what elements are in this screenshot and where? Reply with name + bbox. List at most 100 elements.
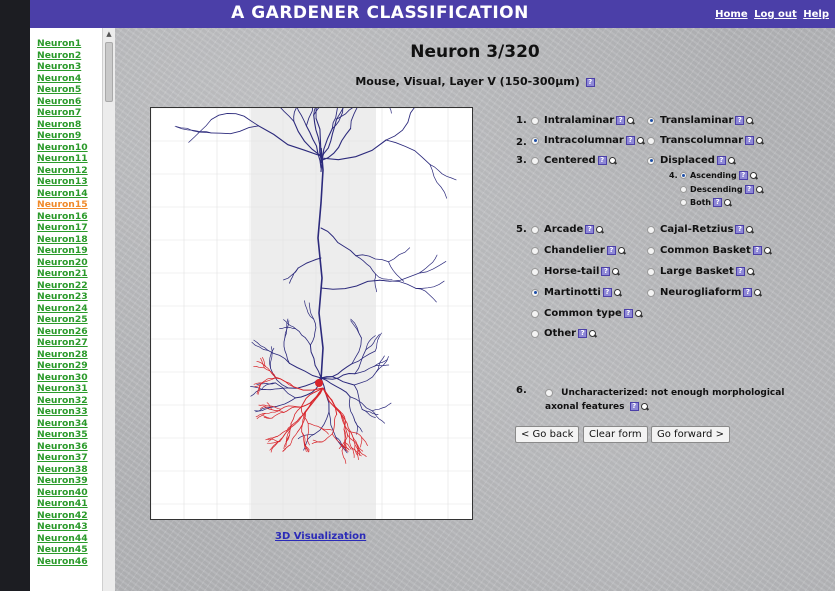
scroll-thumb[interactable] (105, 42, 113, 102)
radio-ascending[interactable] (680, 172, 687, 179)
magnifier-icon[interactable] (746, 225, 754, 234)
magnifier-icon[interactable] (749, 171, 758, 180)
radio-martinotti[interactable] (531, 288, 539, 297)
radio-displaced[interactable] (647, 156, 655, 165)
magnifier-icon[interactable] (634, 309, 643, 318)
option-horse-tail[interactable]: Horse-tail? (531, 266, 620, 277)
sidebar-scrollbar[interactable]: ▲ (102, 28, 115, 591)
option-label: Displaced (660, 155, 715, 166)
option-intralaminar[interactable]: Intralaminar? (531, 115, 635, 126)
magnifier-icon[interactable] (640, 402, 649, 411)
app-title: A GARDENER CLASSIFICATION (231, 3, 529, 23)
magnifier-icon[interactable] (636, 136, 645, 145)
help-icon[interactable]: ? (623, 309, 633, 318)
radio-horse-tail[interactable] (531, 267, 539, 276)
option-ascending[interactable]: Ascending? (680, 171, 758, 180)
help-icon[interactable]: ? (597, 156, 607, 165)
radio-translaminar[interactable] (647, 116, 655, 125)
radio-cajal-retzius[interactable] (647, 225, 655, 234)
radio-descending[interactable] (680, 186, 687, 193)
magnifier-icon[interactable] (763, 246, 772, 255)
logout-link[interactable]: Log out (754, 9, 797, 20)
option-uncharacterized[interactable]: Uncharacterized: not enough morphologica… (545, 386, 785, 414)
radio-intralaminar[interactable] (531, 116, 539, 125)
magnifier-icon[interactable] (617, 246, 626, 255)
home-link[interactable]: Home (715, 9, 747, 20)
option-transcolumnar[interactable]: Transcolumnar? (647, 135, 764, 146)
scroll-up-icon[interactable]: ▲ (103, 30, 115, 40)
magnifier-icon[interactable] (746, 116, 754, 125)
help-icon[interactable]: ? (616, 116, 626, 125)
clear-form-button[interactable]: Clear form (583, 426, 648, 443)
help-icon[interactable]: ? (601, 267, 611, 276)
dendrite-branch (385, 104, 417, 141)
magnifier-icon[interactable] (627, 116, 635, 125)
help-icon[interactable]: ? (745, 136, 755, 145)
magnifier-icon[interactable] (746, 267, 755, 276)
magnifier-icon[interactable] (755, 185, 764, 194)
help-icon[interactable]: ? (716, 156, 726, 165)
magnifier-icon[interactable] (596, 225, 604, 234)
option-label: Chandelier (544, 245, 605, 256)
help-icon[interactable]: ? (735, 116, 745, 125)
help-icon[interactable]: ? (585, 77, 595, 87)
radio-both[interactable] (680, 199, 687, 206)
question-number: 6. (516, 385, 527, 396)
radio-neurogliaform[interactable] (647, 288, 655, 297)
help-icon[interactable]: ? (606, 246, 616, 255)
radio-common-basket[interactable] (647, 246, 655, 255)
help-icon[interactable]: ? (735, 225, 745, 234)
magnifier-icon[interactable] (589, 329, 597, 338)
option-other[interactable]: Other? (531, 328, 597, 339)
question-number: 5. (516, 224, 527, 235)
magnifier-icon[interactable] (754, 288, 762, 297)
help-icon[interactable]: ? (629, 402, 639, 411)
option-cajal-retzius[interactable]: Cajal-Retzius? (647, 224, 754, 235)
magnifier-icon[interactable] (724, 198, 732, 207)
option-neurogliaform[interactable]: Neurogliaform? (647, 287, 762, 298)
option-displaced[interactable]: Displaced? (647, 155, 736, 166)
magnifier-icon[interactable] (608, 156, 617, 165)
magnifier-icon[interactable] (727, 156, 736, 165)
help-icon[interactable]: ? (738, 171, 748, 180)
option-both[interactable]: Both? (680, 198, 732, 207)
option-label: Large Basket (660, 266, 734, 277)
option-common-basket[interactable]: Common Basket? (647, 245, 772, 256)
help-icon[interactable]: ? (713, 198, 723, 207)
option-martinotti[interactable]: Martinotti? (531, 287, 622, 298)
help-icon[interactable]: ? (578, 329, 588, 338)
go-back-button[interactable]: < Go back (515, 426, 580, 443)
dendrite-branch (385, 139, 431, 165)
option-large-basket[interactable]: Large Basket? (647, 266, 755, 277)
option-chandelier[interactable]: Chandelier? (531, 245, 626, 256)
option-intracolumnar[interactable]: Intracolumnar? (531, 135, 645, 146)
3d-visualization-link[interactable]: 3D Visualization (275, 531, 366, 542)
option-common-type[interactable]: Common type? (531, 308, 643, 319)
radio-arcade[interactable] (531, 225, 539, 234)
magnifier-icon[interactable] (613, 288, 622, 297)
help-icon[interactable]: ? (625, 136, 635, 145)
help-icon[interactable]: ? (752, 246, 762, 255)
option-descending[interactable]: Descending? (680, 185, 764, 194)
help-icon[interactable]: ? (743, 288, 753, 297)
magnifier-icon[interactable] (756, 136, 764, 145)
radio-other[interactable] (531, 329, 539, 338)
help-icon[interactable]: ? (602, 288, 612, 297)
help-icon[interactable]: ? (735, 267, 745, 276)
help-link[interactable]: Help (803, 9, 829, 20)
option-centered[interactable]: Centered? (531, 155, 617, 166)
radio-transcolumnar[interactable] (647, 136, 655, 145)
option-translaminar[interactable]: Translaminar? (647, 115, 754, 126)
help-icon[interactable]: ? (585, 225, 595, 234)
go-forward-button[interactable]: Go forward > (651, 426, 730, 443)
help-icon[interactable]: ? (744, 185, 754, 194)
radio-uncharacterized[interactable] (545, 388, 553, 397)
radio-chandelier[interactable] (531, 246, 539, 255)
radio-large-basket[interactable] (647, 267, 655, 276)
radio-centered[interactable] (531, 156, 539, 165)
option-label: Descending (690, 185, 743, 194)
radio-intracolumnar[interactable] (531, 136, 539, 145)
option-arcade[interactable]: Arcade? (531, 224, 604, 235)
radio-common-type[interactable] (531, 309, 539, 318)
magnifier-icon[interactable] (612, 267, 620, 276)
